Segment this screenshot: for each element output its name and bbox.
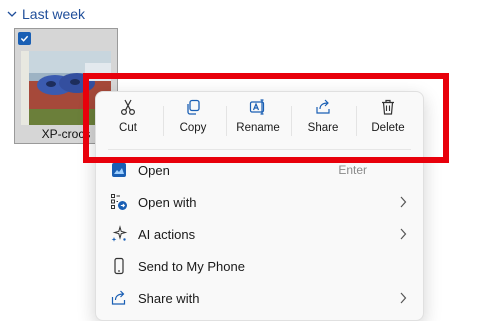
rename-label: Rename bbox=[236, 122, 280, 134]
chevron-right-icon bbox=[400, 196, 407, 208]
cut-button[interactable]: Cut bbox=[98, 98, 158, 144]
open-icon bbox=[109, 160, 129, 180]
context-menu: Cut Copy Rename Share Delete Open Enter … bbox=[95, 91, 424, 321]
sparkle-icon bbox=[109, 224, 129, 244]
rename-icon bbox=[249, 99, 265, 115]
quick-separator bbox=[291, 106, 292, 136]
share-icon bbox=[316, 99, 330, 114]
copy-icon bbox=[187, 99, 200, 115]
copy-button[interactable]: Copy bbox=[163, 98, 223, 144]
quick-separator bbox=[356, 106, 357, 136]
group-label: Last week bbox=[22, 6, 86, 22]
chevron-right-icon bbox=[400, 292, 407, 304]
copy-label: Copy bbox=[179, 122, 207, 134]
checkmark-icon bbox=[20, 35, 29, 42]
shortcut-text: Enter bbox=[338, 163, 367, 177]
cut-label: Cut bbox=[119, 122, 137, 134]
menu-item-ai-actions[interactable]: AI actions bbox=[96, 218, 423, 250]
menu-item-open[interactable]: Open Enter bbox=[96, 154, 423, 186]
menu-item-share-with[interactable]: Share with bbox=[96, 282, 423, 314]
share-with-icon bbox=[109, 288, 129, 308]
quick-actions-row: Cut Copy Rename Share Delete bbox=[96, 92, 423, 144]
chevron-right-icon bbox=[400, 228, 407, 240]
share-label: Share bbox=[307, 122, 339, 134]
share-button[interactable]: Share bbox=[293, 98, 353, 144]
scissors-icon bbox=[120, 99, 136, 116]
menu-item-open-with[interactable]: Open with bbox=[96, 186, 423, 218]
menu-item-label: Open with bbox=[138, 194, 197, 210]
menu-item-label: Send to My Phone bbox=[138, 258, 245, 274]
chevron-down-icon bbox=[7, 11, 17, 17]
trash-icon bbox=[382, 99, 394, 115]
menu-item-label: AI actions bbox=[138, 226, 196, 242]
menu-item-send-to-phone[interactable]: Send to My Phone bbox=[96, 250, 423, 282]
menu-item-label: Share with bbox=[138, 290, 200, 306]
open-with-icon bbox=[109, 192, 129, 212]
quick-separator bbox=[226, 106, 227, 136]
delete-label: Delete bbox=[371, 122, 405, 134]
rename-button[interactable]: Rename bbox=[228, 98, 288, 144]
group-header-last-week[interactable]: Last week bbox=[6, 4, 85, 24]
delete-button[interactable]: Delete bbox=[358, 98, 418, 144]
phone-icon bbox=[109, 256, 129, 276]
menu-divider bbox=[108, 149, 411, 150]
menu-item-label: Open bbox=[138, 162, 170, 178]
selection-checkbox[interactable] bbox=[18, 32, 31, 45]
